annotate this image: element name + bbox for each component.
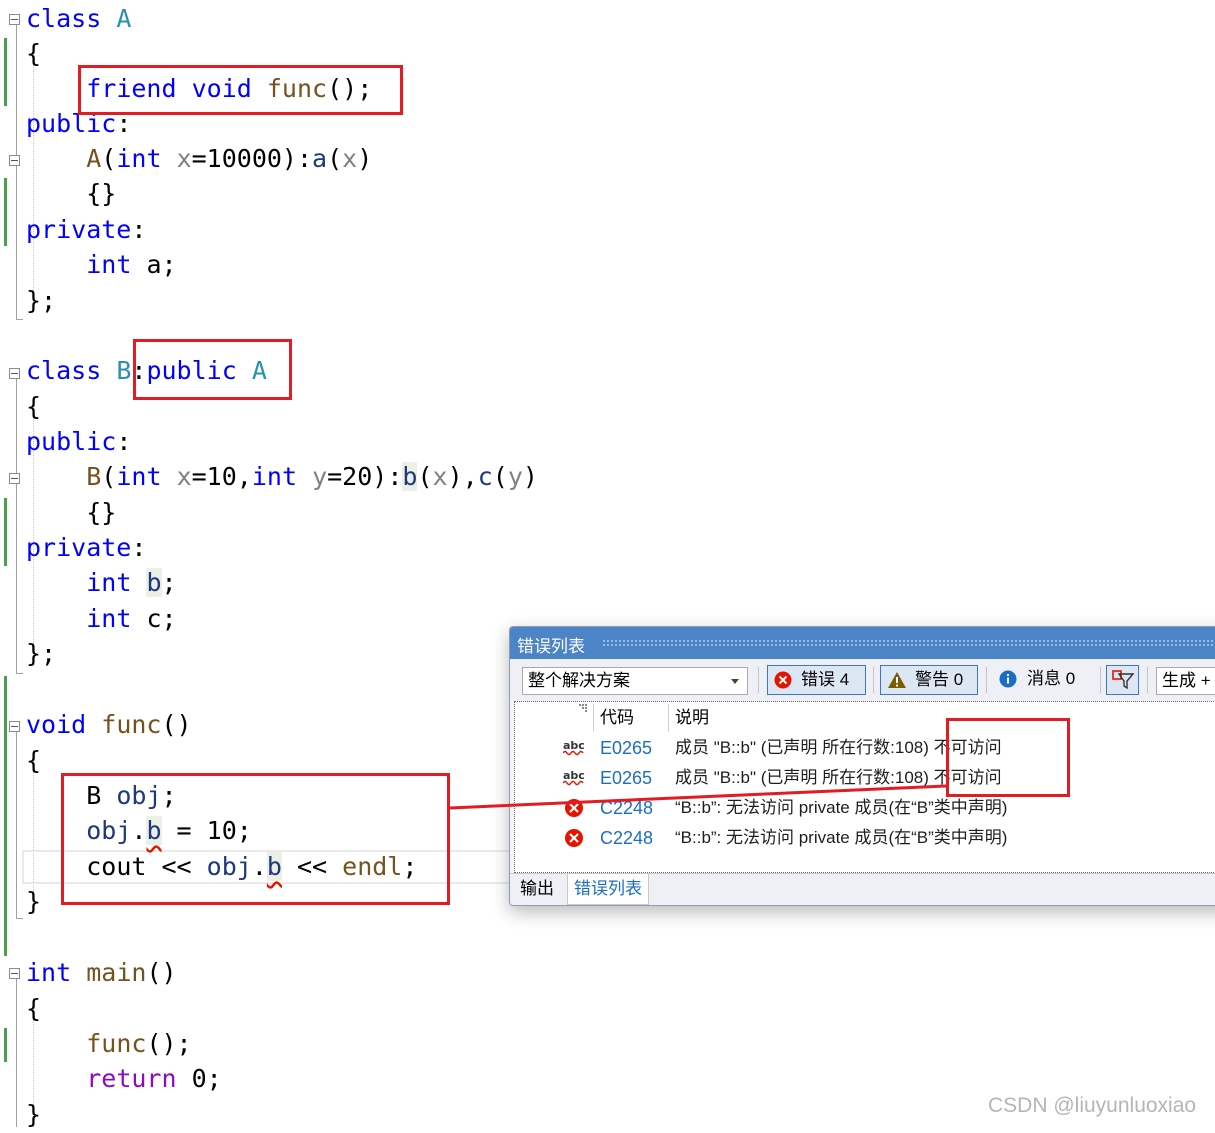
annotation-connector-line xyxy=(449,784,947,810)
watermark: CSDN @liuyunluoxiao xyxy=(988,1094,1197,1117)
